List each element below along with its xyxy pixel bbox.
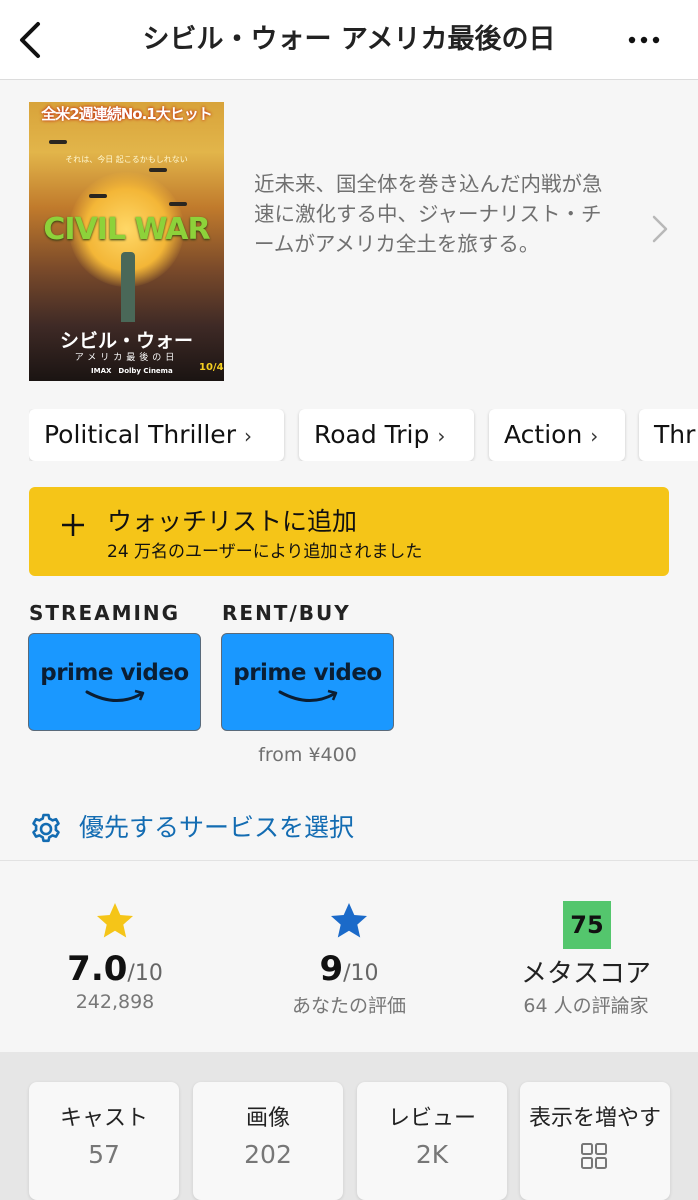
user-score-scale: /10 (343, 961, 379, 986)
imdb-score-value: 7.0 (67, 949, 128, 989)
user-rating[interactable]: 9/10 あなたの評価 (234, 861, 464, 1052)
poster-title-en: CIVIL WAR (43, 212, 210, 247)
imdb-rating[interactable]: 7.0/10 242,898 (0, 861, 230, 1052)
genre-label: Thr (654, 420, 696, 449)
add-to-watchlist-button[interactable]: ウォッチリストに追加 24 万名のユーザーにより追加されました (29, 487, 669, 576)
metascore-rating[interactable]: 75 メタスコア 64 人の評論家 (471, 861, 698, 1052)
genre-chip[interactable]: Action › (489, 409, 625, 461)
more-horizontal-icon (628, 36, 660, 44)
imdb-score-scale: /10 (127, 961, 163, 986)
tile-count: 2K (415, 1140, 449, 1169)
amazon-smile-icon (278, 689, 338, 702)
movie-poster[interactable]: 全米2週連続No.1大ヒット それは、今日 起こるかもしれない CIVIL WA… (29, 102, 224, 381)
genre-label: Action (504, 420, 583, 449)
poster-helicopter (89, 194, 107, 198)
tile-label: キャスト (59, 1106, 148, 1131)
star-icon (97, 903, 133, 938)
poster-banner: 全米2週連続No.1大ヒット (41, 105, 212, 123)
rent-buy-label: RENT/BUY (222, 601, 351, 625)
preferred-services-label: 優先するサービスを選択 (79, 813, 355, 842)
tile-count: 202 (244, 1140, 292, 1169)
watchlist-count: 24 万名のユーザーにより追加されました (107, 542, 423, 562)
page-title: シビル・ウォー アメリカ最後の日 (142, 24, 556, 55)
more-info-section: キャスト 57 画像 202 レビュー 2K 表示を増やす (0, 1052, 698, 1200)
chevron-left-icon (20, 22, 40, 58)
poster-subtitle-jp: アメリカ最後の日 (74, 353, 179, 363)
user-score: 9/10 (234, 949, 464, 989)
more-options-button[interactable] (624, 24, 664, 56)
poster-helicopter (169, 202, 187, 206)
poster-helicopter (49, 140, 67, 144)
tile-label: 画像 (245, 1106, 290, 1131)
poster-title-jp: シビル・ウォー (59, 330, 193, 352)
poster-imax-logo: IMAX Dolby Cinema (91, 367, 173, 375)
amazon-smile-icon (85, 689, 145, 702)
rent-price: from ¥400 (258, 744, 357, 766)
poster-statue (121, 252, 135, 322)
tile-label: レビュー (387, 1106, 476, 1131)
app-header: シビル・ウォー アメリカ最後の日 (0, 0, 698, 80)
chevron-right-icon: › (243, 424, 252, 448)
ratings-section: 7.0/10 242,898 9/10 あなたの評価 75 メタスコア 64 人… (0, 861, 698, 1052)
genre-chip[interactable]: Thr (639, 409, 698, 461)
synopsis-text[interactable]: 近未来、国全体を巻き込んだ内戦が急速に激化する中、ジャーナリスト・チームがアメリ… (254, 169, 614, 259)
poster-release-date: 10/4 (199, 362, 224, 373)
rent-provider-tile[interactable]: prime video (221, 633, 394, 731)
grid-icon (581, 1143, 607, 1169)
watchlist-title: ウォッチリストに追加 (107, 507, 358, 536)
streaming-provider-tile[interactable]: prime video (28, 633, 201, 731)
tile-count: 57 (88, 1140, 120, 1169)
back-button[interactable] (14, 18, 48, 62)
genre-chips: Political Thriller › Road Trip › Action › T… (29, 409, 698, 461)
poster-helicopter (149, 168, 167, 172)
imdb-score: 7.0/10 (0, 949, 230, 989)
images-tile[interactable]: 画像 202 (193, 1082, 343, 1200)
imdb-vote-count: 242,898 (75, 991, 155, 1013)
genre-chip[interactable]: Political Thriller › (29, 409, 284, 461)
chevron-right-icon[interactable] (650, 211, 670, 247)
plus-icon (62, 514, 84, 536)
user-rating-label: あなたの評価 (291, 995, 406, 1017)
reviews-tile[interactable]: レビュー 2K (357, 1082, 507, 1200)
chevron-right-icon: › (437, 424, 446, 448)
streaming-label: STREAMING (29, 601, 181, 625)
metascore-badge: 75 (563, 901, 611, 949)
poster-tagline: それは、今日 起こるかもしれない (65, 155, 188, 164)
cast-tile[interactable]: キャスト 57 (29, 1082, 179, 1200)
metascore-label: メタスコア (520, 959, 651, 989)
genre-chip[interactable]: Road Trip › (299, 409, 474, 461)
prime-video-logo: prime video (233, 660, 382, 686)
chevron-right-icon: › (590, 424, 599, 448)
genre-label: Road Trip (314, 420, 430, 449)
gear-icon (32, 813, 60, 843)
star-icon (331, 903, 367, 938)
tile-label: 表示を増やす (528, 1106, 661, 1131)
title-overview: 全米2週連続No.1大ヒット それは、今日 起こるかもしれない CIVIL WA… (0, 81, 698, 401)
user-score-value: 9 (319, 949, 344, 989)
genre-label: Political Thriller (44, 420, 236, 449)
metascore-critics: 64 人の評論家 (523, 995, 649, 1017)
prime-video-logo: prime video (40, 660, 189, 686)
show-more-tile[interactable]: 表示を増やす (520, 1082, 670, 1200)
